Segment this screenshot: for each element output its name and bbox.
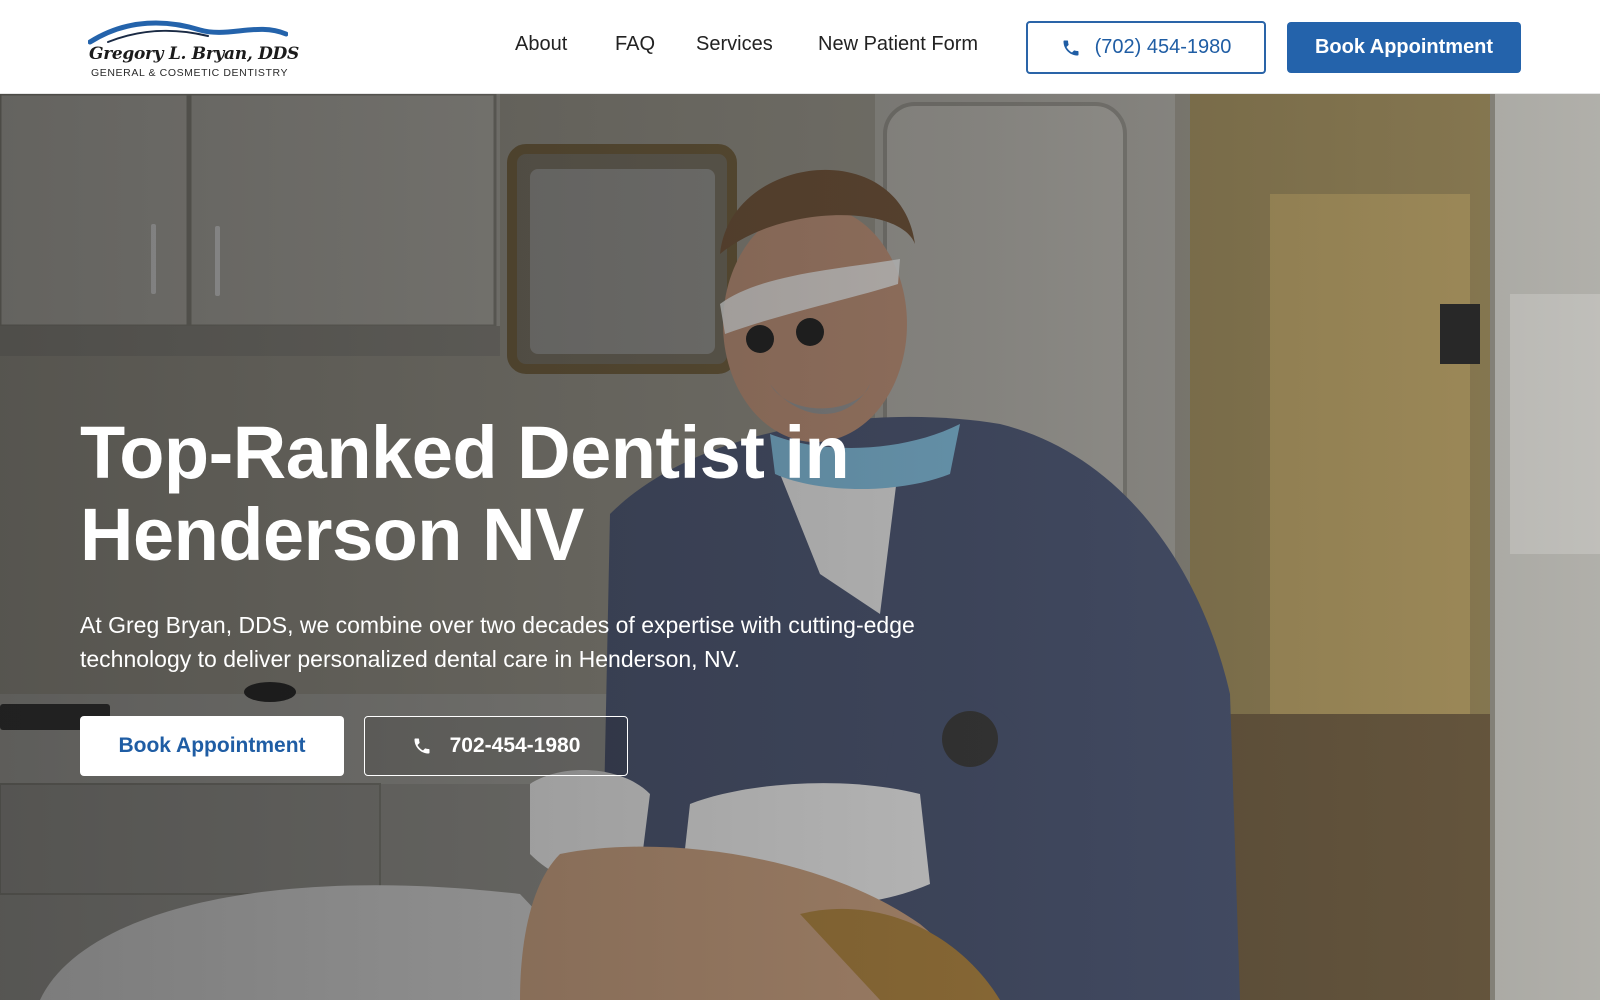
nav-services[interactable]: Services: [696, 33, 773, 56]
header-phone-button[interactable]: (702) 454-1980: [1026, 21, 1266, 74]
logo-tagline: GENERAL & COSMETIC DENTISTRY: [91, 67, 289, 79]
nav-about[interactable]: About: [515, 33, 567, 56]
phone-icon: [414, 738, 430, 754]
header-phone-label: (702) 454-1980: [1094, 36, 1232, 58]
hero-subtitle-line-2: technology to deliver personalized denta…: [80, 646, 741, 672]
hero-title: Top-Ranked Dentist in Henderson NV: [80, 412, 980, 576]
logo[interactable]: Gregory L. Bryan, DDS GENERAL & COSMETIC…: [88, 16, 299, 82]
hero-phone-label: 702-454-1980: [449, 734, 581, 757]
site-header: Gregory L. Bryan, DDS GENERAL & COSMETIC…: [0, 0, 1600, 94]
hero-title-line-1: Top-Ranked Dentist in: [80, 411, 850, 494]
logo-swoosh-icon: [88, 20, 288, 45]
hero-book-appointment-button[interactable]: Book Appointment: [80, 716, 344, 776]
hero-title-line-2: Henderson NV: [80, 493, 584, 576]
nav-new-patient-form[interactable]: New Patient Form: [818, 33, 978, 56]
hero-section: Top-Ranked Dentist in Henderson NV At Gr…: [0, 94, 1600, 1000]
nav-faq[interactable]: FAQ: [615, 33, 655, 56]
hero-subtitle: At Greg Bryan, DDS, we combine over two …: [80, 608, 980, 676]
logo-name: Gregory L. Bryan, DDS: [89, 44, 299, 64]
phone-icon: [1063, 40, 1079, 55]
hero-subtitle-line-1: At Greg Bryan, DDS, we combine over two …: [80, 612, 915, 638]
hero-phone-button[interactable]: 702-454-1980: [364, 716, 628, 776]
header-book-appointment-button[interactable]: Book Appointment: [1287, 22, 1521, 73]
